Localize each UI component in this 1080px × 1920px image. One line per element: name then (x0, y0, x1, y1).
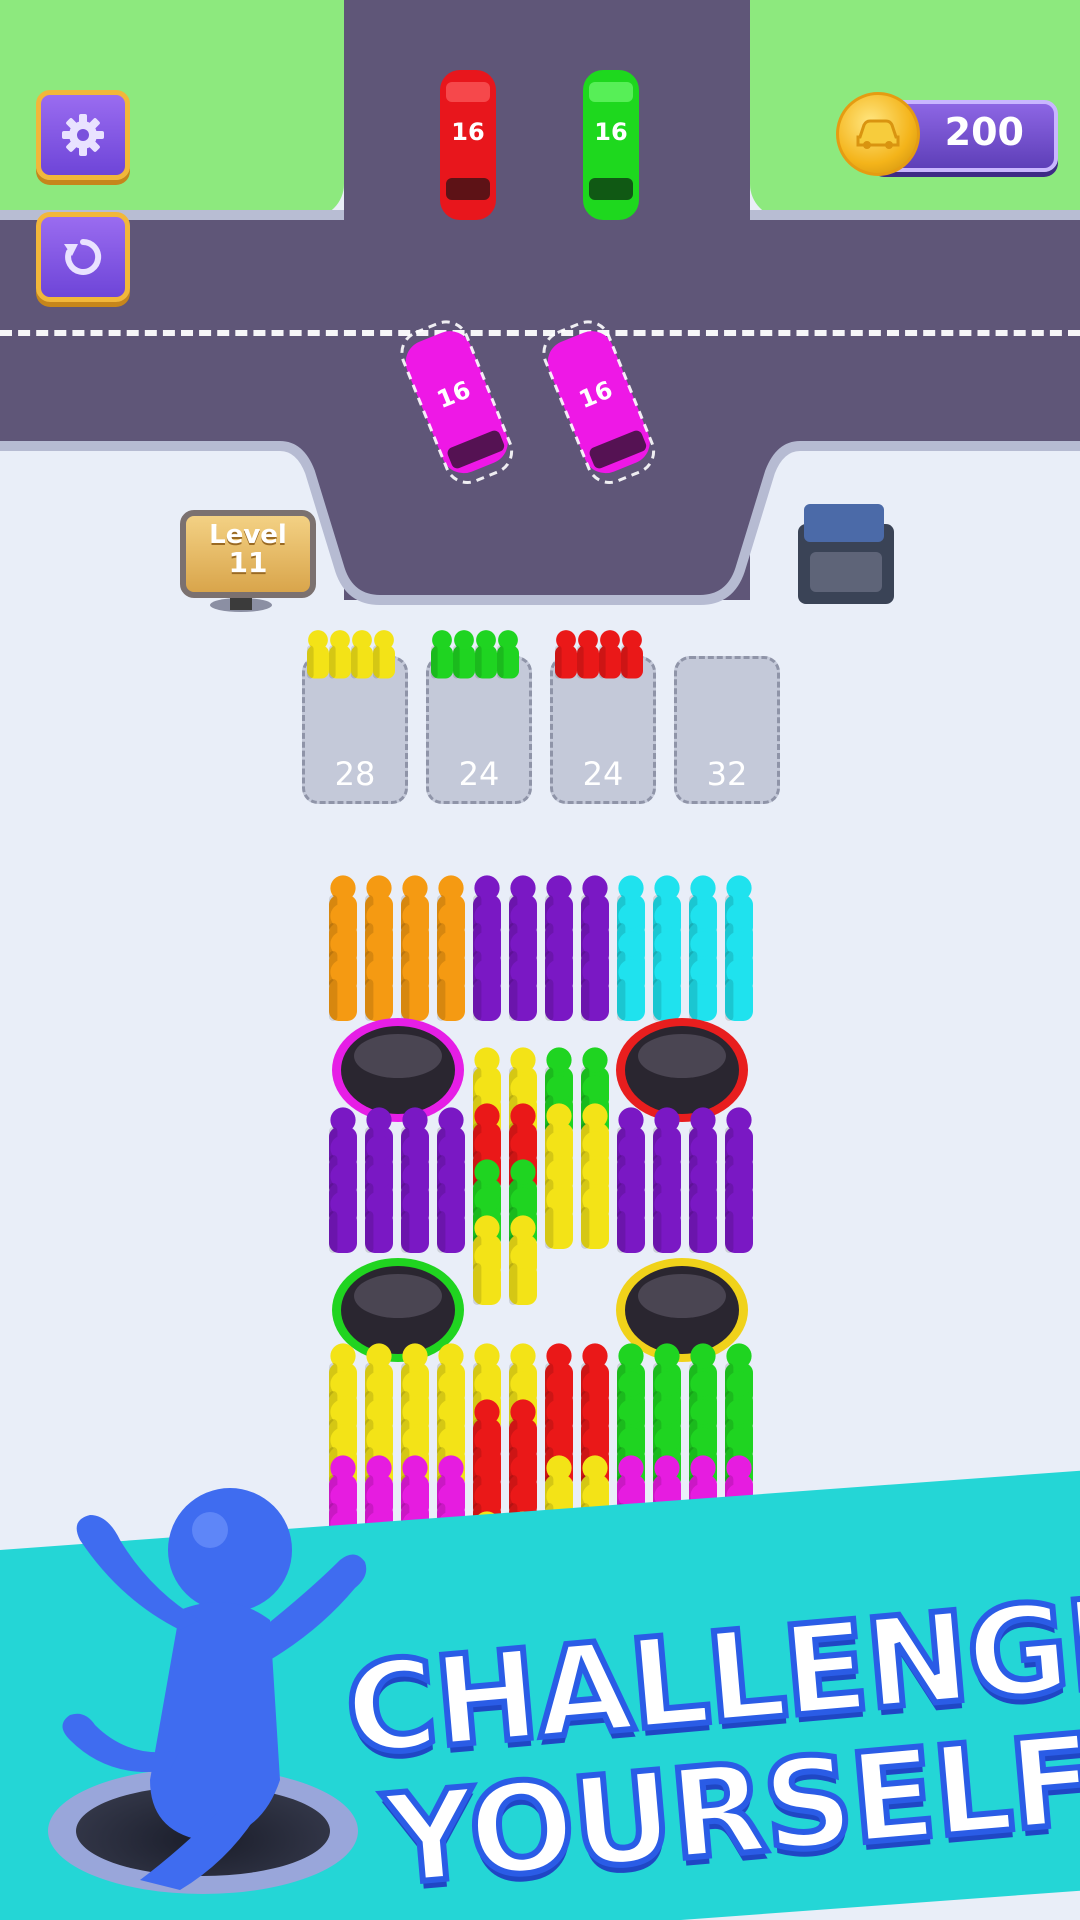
stickman (329, 959, 357, 1021)
stickman (621, 630, 643, 679)
stickman (437, 959, 465, 1021)
game-scene: 16 16 16 16 200 Level 11 28 24 24 32 CHA… (0, 0, 1080, 1920)
stickman (509, 1243, 537, 1305)
stickman (617, 1191, 645, 1253)
stickman (437, 1191, 465, 1253)
stickman (581, 1187, 609, 1249)
stickman (577, 630, 599, 679)
color-hole[interactable] (616, 1018, 748, 1122)
stickman (431, 630, 453, 679)
stickman (653, 959, 681, 1021)
stickman (373, 630, 395, 679)
stickman (555, 630, 577, 679)
stickman (475, 630, 497, 679)
stickman (329, 630, 351, 679)
stickman (599, 630, 621, 679)
stickman (329, 1191, 357, 1253)
stickman (653, 1191, 681, 1253)
color-hole[interactable] (332, 1018, 464, 1122)
stickman (351, 630, 373, 679)
stickman (689, 959, 717, 1021)
stickman (401, 959, 429, 1021)
stickman (473, 1243, 501, 1305)
stickman (725, 959, 753, 1021)
stickman (689, 1191, 717, 1253)
stickman (545, 1187, 573, 1249)
stickman (307, 630, 329, 679)
stickman (453, 630, 475, 679)
stickman (401, 1191, 429, 1253)
stickman (473, 959, 501, 1021)
stickman (545, 959, 573, 1021)
stickman (725, 1191, 753, 1253)
stickman (581, 959, 609, 1021)
stickman (617, 959, 645, 1021)
hero-character (62, 1488, 367, 1890)
stickman (497, 630, 519, 679)
stickman (365, 1191, 393, 1253)
stickman (365, 959, 393, 1021)
stickman (509, 959, 537, 1021)
